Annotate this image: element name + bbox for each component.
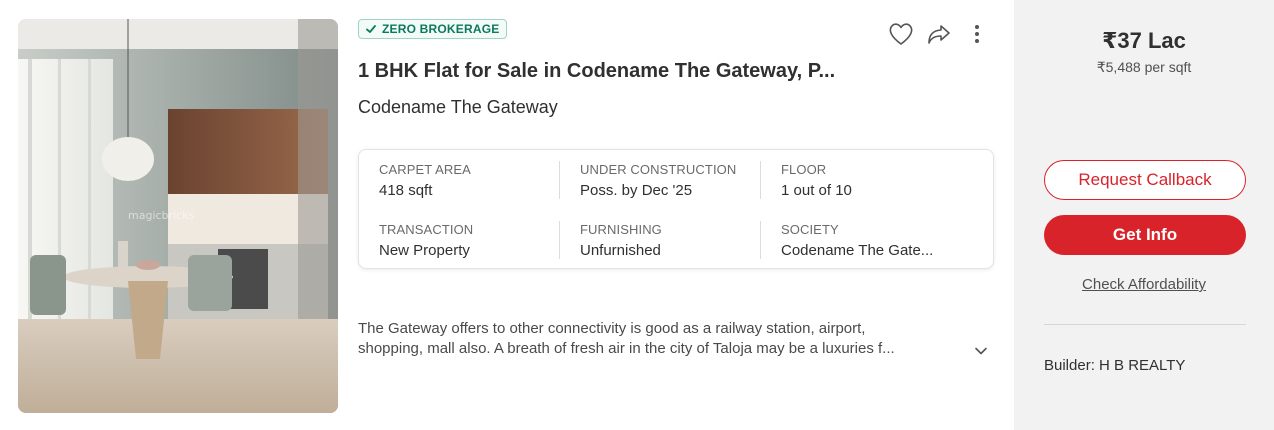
get-info-button[interactable]: Get Info [1044,215,1246,255]
description-line: shopping, mall also. A breath of fresh a… [358,340,895,357]
check-affordability-link[interactable]: Check Affordability [1014,276,1274,293]
summary-label: TRANSACTION [379,222,474,237]
summary-value[interactable]: Codename The Gate... [781,242,971,259]
listing-title[interactable]: 1 BHK Flat for Sale in Codename The Gate… [358,60,918,83]
summary-value: Unfurnished [580,242,661,259]
summary-label: CARPET AREA [379,162,471,177]
svg-text:magicbricks: magicbricks [128,209,195,222]
summary-value: New Property [379,242,470,259]
zero-brokerage-badge: ZERO BROKERAGE [358,19,508,39]
share-icon[interactable] [925,20,953,48]
heart-icon[interactable] [887,20,915,48]
summary-furnishing: FURNISHING Unfurnished [580,222,770,259]
summary-label: SOCIETY [781,222,839,237]
check-icon [366,25,376,33]
property-photo[interactable]: magicbricks [18,19,338,413]
price-per-sqft: ₹5,488 per sqft [1096,59,1192,75]
divider [1044,324,1246,325]
project-name[interactable]: Codename The Gateway [358,97,558,118]
summary-society[interactable]: SOCIETY Codename The Gate... [781,222,971,259]
property-listing-card: magicbricks ZERO BROKERAGE 1 BHK Flat fo… [0,0,1274,430]
summary-transaction: TRANSACTION New Property [379,222,569,259]
description-line: The Gateway offers to other connectivity… [358,320,866,337]
chevron-down-icon[interactable] [972,342,990,360]
interior-image: magicbricks [18,19,338,413]
property-summary: CARPET AREA 418 sqft UNDER CONSTRUCTION … [358,149,994,269]
summary-label: FLOOR [781,162,827,177]
listing-actions [887,20,991,48]
badge-label: ZERO BROKERAGE [382,22,500,36]
summary-value: 1 out of 10 [781,182,852,199]
summary-floor: FLOOR 1 out of 10 [781,162,971,199]
price: ₹37 Lac [1102,28,1186,53]
more-vertical-icon[interactable] [963,20,991,48]
summary-value: 418 sqft [379,182,433,199]
summary-label: UNDER CONSTRUCTION [580,162,737,177]
request-callback-button[interactable]: Request Callback [1044,160,1246,200]
summary-status: UNDER CONSTRUCTION Poss. by Dec '25 [580,162,770,199]
builder-name: Builder: H B REALTY [1044,357,1186,374]
listing-description: The Gateway offers to other connectivity… [358,319,966,359]
summary-label: FURNISHING [580,222,662,237]
summary-value: Poss. by Dec '25 [580,182,693,199]
pricing-panel: ₹37 Lac ₹5,488 per sqft Request Callback… [1014,0,1274,430]
summary-carpet-area: CARPET AREA 418 sqft [379,162,569,199]
